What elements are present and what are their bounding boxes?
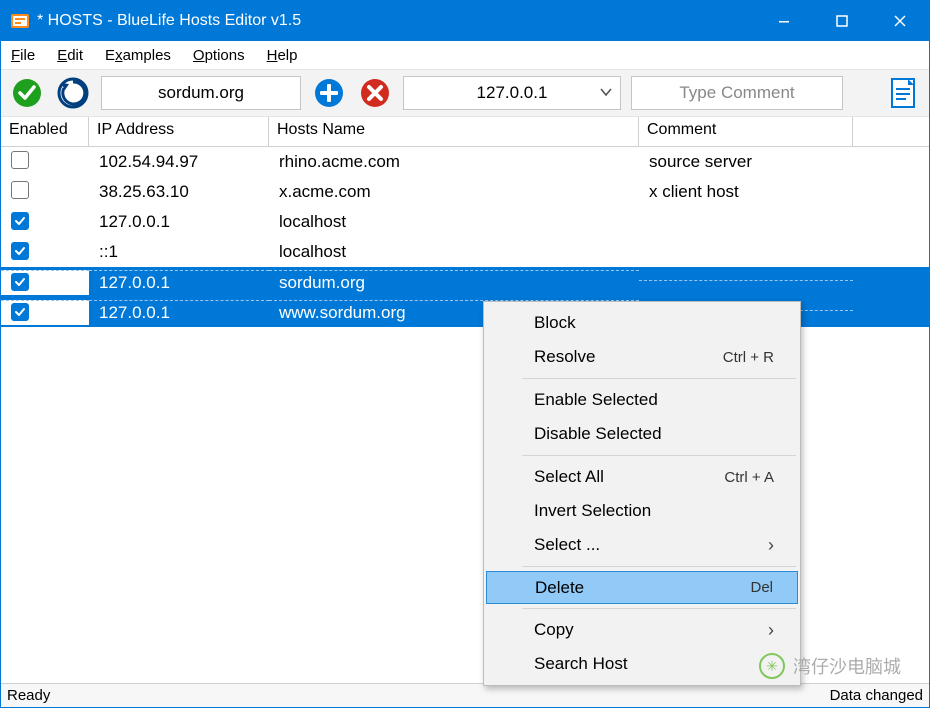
cell-comment[interactable] bbox=[639, 280, 853, 285]
enabled-checkbox[interactable] bbox=[11, 212, 29, 230]
grid-header: Enabled IP Address Hosts Name Comment bbox=[1, 117, 929, 147]
ctx-disable-selected[interactable]: Disable Selected bbox=[486, 417, 798, 451]
refresh-button[interactable] bbox=[55, 75, 91, 111]
menubar: File Edit Examples Options Help bbox=[1, 41, 929, 69]
cell-hostname[interactable]: localhost bbox=[269, 240, 639, 264]
col-header-hostname[interactable]: Hosts Name bbox=[269, 117, 639, 146]
cell-comment[interactable] bbox=[639, 250, 853, 254]
enabled-checkbox[interactable] bbox=[11, 273, 29, 291]
cell-ip[interactable]: 127.0.0.1 bbox=[89, 210, 269, 234]
table-row[interactable]: 127.0.0.1sordum.org bbox=[1, 267, 929, 297]
maximize-button[interactable] bbox=[813, 1, 871, 41]
open-hosts-button[interactable] bbox=[885, 75, 921, 111]
ctx-separator bbox=[522, 566, 796, 567]
cell-enabled[interactable] bbox=[1, 240, 89, 264]
col-header-ip[interactable]: IP Address bbox=[89, 117, 269, 146]
host-input[interactable] bbox=[101, 76, 301, 110]
menu-edit[interactable]: Edit bbox=[53, 45, 87, 66]
cell-enabled[interactable] bbox=[1, 210, 89, 234]
minimize-button[interactable] bbox=[755, 1, 813, 41]
table-row[interactable]: 38.25.63.10x.acme.comx client host bbox=[1, 177, 929, 207]
cell-comment[interactable] bbox=[639, 220, 853, 224]
cell-enabled[interactable] bbox=[1, 179, 89, 206]
ctx-enable-selected[interactable]: Enable Selected bbox=[486, 383, 798, 417]
ctx-search-host[interactable]: Search Host bbox=[486, 647, 798, 681]
apply-button[interactable] bbox=[9, 75, 45, 111]
cell-enabled[interactable] bbox=[1, 149, 89, 176]
enabled-checkbox[interactable] bbox=[11, 151, 29, 169]
col-header-comment[interactable]: Comment bbox=[639, 117, 853, 146]
status-right: Data changed bbox=[830, 687, 923, 704]
status-left: Ready bbox=[7, 687, 50, 704]
cell-ip[interactable]: 127.0.0.1 bbox=[89, 300, 269, 325]
menu-examples[interactable]: Examples bbox=[101, 45, 175, 66]
cell-comment[interactable]: source server bbox=[639, 150, 853, 174]
enabled-checkbox[interactable] bbox=[11, 242, 29, 260]
cell-ip[interactable]: 38.25.63.10 bbox=[89, 180, 269, 204]
cell-ip[interactable]: 102.54.94.97 bbox=[89, 150, 269, 174]
enabled-checkbox[interactable] bbox=[11, 181, 29, 199]
ctx-invert-selection[interactable]: Invert Selection bbox=[486, 494, 798, 528]
remove-entry-button[interactable] bbox=[357, 75, 393, 111]
ctx-separator bbox=[522, 608, 796, 609]
status-bar: Ready Data changed bbox=[1, 683, 929, 707]
window-title: * HOSTS - BlueLife Hosts Editor v1.5 bbox=[31, 12, 755, 30]
cell-hostname[interactable]: x.acme.com bbox=[269, 180, 639, 204]
cell-hostname[interactable]: localhost bbox=[269, 210, 639, 234]
ip-input[interactable] bbox=[412, 79, 612, 107]
menu-help[interactable]: Help bbox=[263, 45, 302, 66]
add-entry-button[interactable] bbox=[311, 75, 347, 111]
cell-ip[interactable]: 127.0.0.1 bbox=[89, 270, 269, 295]
ip-combobox[interactable] bbox=[403, 76, 621, 110]
table-row[interactable]: 127.0.0.1localhost bbox=[1, 207, 929, 237]
ctx-block[interactable]: Block bbox=[486, 306, 798, 340]
cell-enabled[interactable] bbox=[1, 270, 89, 295]
cell-ip[interactable]: ::1 bbox=[89, 240, 269, 264]
chevron-down-icon[interactable] bbox=[600, 85, 612, 101]
cell-hostname[interactable]: rhino.acme.com bbox=[269, 150, 639, 174]
close-button[interactable] bbox=[871, 1, 929, 41]
ctx-select-all[interactable]: Select AllCtrl + A bbox=[486, 460, 798, 494]
ctx-resolve[interactable]: ResolveCtrl + R bbox=[486, 340, 798, 374]
menu-options[interactable]: Options bbox=[189, 45, 249, 66]
ctx-select-submenu[interactable]: Select ... bbox=[486, 528, 798, 562]
titlebar: * HOSTS - BlueLife Hosts Editor v1.5 bbox=[1, 1, 929, 41]
cell-hostname[interactable]: sordum.org bbox=[269, 270, 639, 295]
context-menu[interactable]: Block ResolveCtrl + R Enable Selected Di… bbox=[483, 301, 801, 686]
ctx-delete[interactable]: DeleteDel bbox=[486, 571, 798, 604]
ctx-separator bbox=[522, 378, 796, 379]
ctx-separator bbox=[522, 455, 796, 456]
cell-comment[interactable]: x client host bbox=[639, 180, 853, 204]
cell-enabled[interactable] bbox=[1, 300, 89, 325]
table-row[interactable]: ::1localhost bbox=[1, 237, 929, 267]
app-icon bbox=[9, 10, 31, 32]
toolbar bbox=[1, 69, 929, 117]
ctx-copy-submenu[interactable]: Copy bbox=[486, 613, 798, 647]
enabled-checkbox[interactable] bbox=[11, 303, 29, 321]
table-row[interactable]: 102.54.94.97rhino.acme.comsource server bbox=[1, 147, 929, 177]
col-header-enabled[interactable]: Enabled bbox=[1, 117, 89, 146]
comment-input[interactable] bbox=[631, 76, 843, 110]
menu-file[interactable]: File bbox=[7, 45, 39, 66]
